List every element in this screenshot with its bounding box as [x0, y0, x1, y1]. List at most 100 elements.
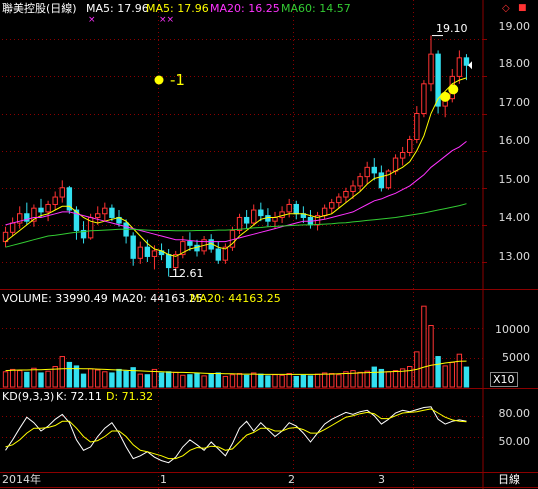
volume-bar[interactable] — [158, 372, 165, 388]
volume-bar[interactable] — [321, 372, 328, 388]
volume-bar[interactable] — [38, 372, 44, 388]
candle-body[interactable] — [414, 113, 420, 141]
candle-body[interactable] — [279, 211, 285, 218]
candle-body[interactable] — [371, 166, 377, 174]
square-icon[interactable]: ■ — [518, 2, 527, 15]
candle-body[interactable] — [463, 57, 470, 66]
candle-body[interactable] — [165, 254, 172, 269]
candle-body[interactable] — [357, 176, 363, 187]
volume-bar[interactable] — [300, 374, 307, 388]
volume-bar[interactable] — [102, 371, 108, 388]
volume-bar[interactable] — [392, 370, 399, 388]
volume-bar[interactable] — [31, 367, 37, 388]
volume-bar[interactable] — [293, 375, 299, 388]
candle-body[interactable] — [144, 246, 151, 257]
volume-bar[interactable] — [116, 368, 122, 388]
candle-body[interactable] — [336, 196, 342, 204]
candle-body[interactable] — [258, 209, 264, 217]
volume-bar[interactable] — [357, 371, 363, 388]
volume-bar[interactable] — [95, 369, 101, 388]
volume-bar[interactable] — [123, 370, 129, 388]
volume-bar[interactable] — [66, 361, 73, 388]
candle-body[interactable] — [102, 207, 108, 215]
volume-bar[interactable] — [385, 371, 392, 388]
candle-body[interactable] — [399, 152, 406, 159]
candle-body[interactable] — [343, 190, 349, 198]
volume-bar[interactable] — [80, 373, 87, 388]
period-button[interactable]: 日線 — [498, 473, 520, 486]
volume-bar[interactable] — [165, 371, 172, 388]
candle-body[interactable] — [95, 213, 101, 218]
volume-bar[interactable] — [187, 374, 193, 388]
volume-bar[interactable] — [208, 373, 214, 388]
volume-bar[interactable] — [222, 375, 229, 388]
volume-bar[interactable] — [407, 366, 413, 388]
candle-body[interactable] — [407, 139, 413, 154]
volume-bar[interactable] — [279, 374, 285, 388]
candle-body[interactable] — [151, 250, 158, 257]
volume-bar[interactable] — [194, 373, 200, 388]
volume-bar[interactable] — [229, 374, 236, 388]
candle-body[interactable] — [350, 185, 356, 192]
stock-chart[interactable] — [0, 0, 538, 489]
candle-body[interactable] — [137, 246, 143, 259]
volume-bar[interactable] — [137, 373, 143, 388]
volume-bar[interactable] — [243, 374, 250, 388]
candle-body[interactable] — [59, 187, 65, 198]
volume-bar[interactable] — [272, 374, 278, 388]
candle-body[interactable] — [109, 207, 115, 218]
volume-bar[interactable] — [258, 373, 264, 388]
volume-bar[interactable] — [2, 371, 9, 388]
volume-bar[interactable] — [456, 353, 463, 388]
candle-body[interactable] — [130, 235, 136, 259]
volume-bar[interactable] — [9, 368, 16, 388]
candle-body[interactable] — [45, 203, 51, 213]
candle-body[interactable] — [9, 222, 16, 233]
candle-body[interactable] — [187, 241, 193, 246]
candle-body[interactable] — [428, 53, 434, 85]
volume-bar[interactable] — [421, 305, 427, 388]
volume-bar[interactable] — [236, 373, 243, 388]
candle-body[interactable] — [378, 172, 385, 189]
volume-bar[interactable] — [109, 372, 115, 388]
volume-bar[interactable] — [180, 374, 186, 388]
volume-bar[interactable] — [265, 375, 271, 388]
candle-body[interactable] — [38, 207, 44, 213]
candle-body[interactable] — [456, 57, 463, 77]
volume-bar[interactable] — [17, 370, 23, 388]
candle-body[interactable] — [329, 202, 335, 209]
volume-bar[interactable] — [463, 366, 470, 388]
volume-bar[interactable] — [371, 366, 377, 388]
diamond-icon[interactable]: ◇ — [502, 2, 510, 15]
candle-body[interactable] — [251, 209, 257, 224]
volume-bar[interactable] — [144, 374, 151, 388]
volume-bar[interactable] — [428, 325, 434, 388]
volume-bar[interactable] — [59, 356, 65, 388]
volume-bar[interactable] — [251, 372, 257, 388]
volume-bar[interactable] — [286, 373, 292, 388]
volume-bar[interactable] — [87, 368, 94, 388]
candle-body[interactable] — [293, 203, 299, 215]
volume-bar[interactable] — [201, 375, 207, 388]
candle-body[interactable] — [286, 203, 292, 213]
volume-bar[interactable] — [336, 374, 342, 388]
volume-bar[interactable] — [364, 370, 370, 388]
volume-bar[interactable] — [173, 371, 179, 388]
candle-body[interactable] — [272, 216, 278, 222]
candle-body[interactable] — [52, 196, 58, 205]
candle-body[interactable] — [421, 83, 427, 115]
candle-body[interactable] — [243, 216, 250, 224]
volume-bar[interactable] — [307, 375, 314, 388]
volume-bar[interactable] — [442, 365, 448, 388]
volume-bar[interactable] — [45, 370, 51, 388]
candle-body[interactable] — [236, 216, 243, 231]
candle-body[interactable] — [364, 166, 370, 178]
volume-bar[interactable] — [329, 373, 335, 388]
candle-body[interactable] — [215, 248, 221, 261]
volume-bar[interactable] — [24, 371, 30, 388]
candle-body[interactable] — [392, 157, 399, 172]
volume-bar[interactable] — [314, 373, 321, 388]
volume-bar[interactable] — [435, 356, 441, 388]
volume-bar[interactable] — [215, 372, 221, 388]
volume-bar[interactable] — [449, 361, 455, 388]
